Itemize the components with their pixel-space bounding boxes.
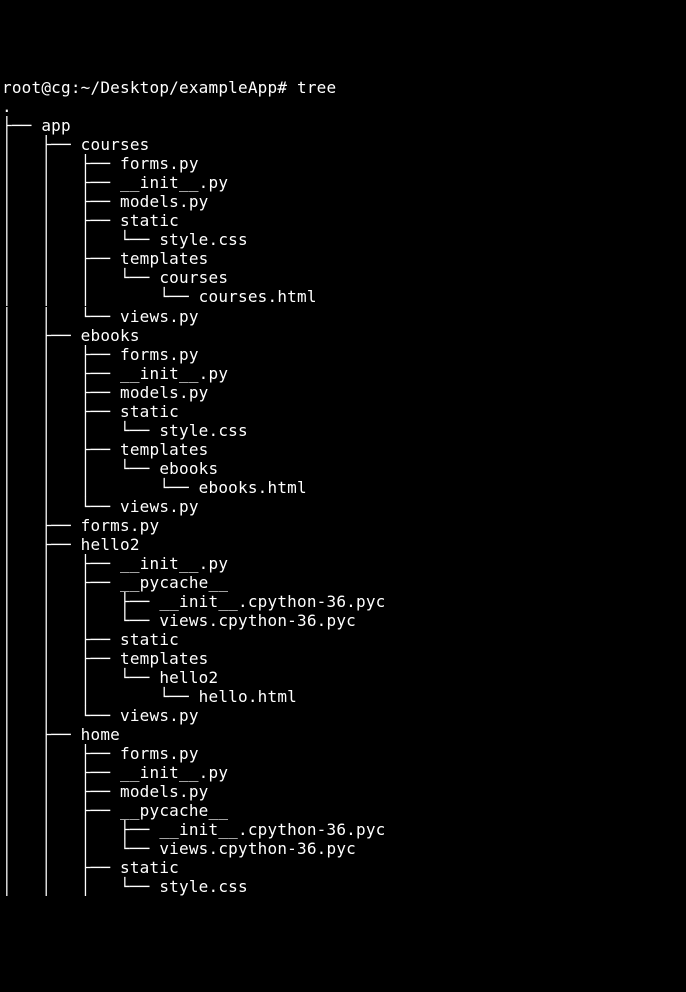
command-text[interactable]: tree — [297, 78, 336, 97]
tree-output: . ├── app │ ├── courses │ │ ├── forms.py… — [2, 97, 686, 896]
terminal-output: root@cg:~/Desktop/exampleApp# tree . ├──… — [2, 78, 686, 896]
prompt-text: root@cg:~/Desktop/exampleApp# — [2, 78, 297, 97]
shell-prompt: root@cg:~/Desktop/exampleApp# tree — [2, 78, 336, 97]
